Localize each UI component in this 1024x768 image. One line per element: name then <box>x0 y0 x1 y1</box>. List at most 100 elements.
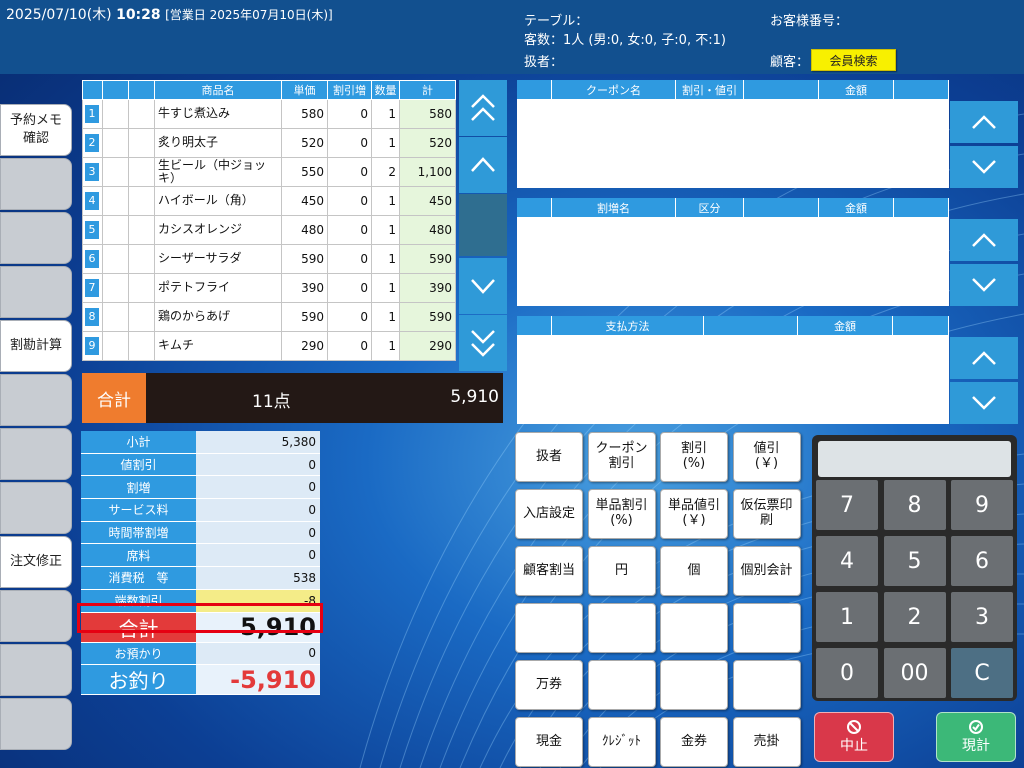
function-key[interactable]: 単品値引 (￥) <box>660 489 728 539</box>
item-discount: 0 <box>327 302 372 332</box>
table-row[interactable]: 5 カシスオレンジ 480 0 1 480 <box>82 215 456 245</box>
item-price: 550 <box>281 157 328 187</box>
function-key[interactable] <box>660 660 728 710</box>
summary-row: 消費税 等 538 <box>81 567 320 590</box>
item-name: 生ビール（中ジョッキ） <box>154 157 282 187</box>
function-key[interactable]: 円 <box>587 546 656 596</box>
coupon-col-amount: 金額 <box>819 80 894 99</box>
keypad-key[interactable]: 00 <box>883 648 946 698</box>
summary-value: 0 <box>196 499 320 521</box>
table-row[interactable]: 1 牛すじ煮込み 580 0 1 580 <box>82 99 456 129</box>
scroll-up-button[interactable] <box>459 137 507 193</box>
keypad-key[interactable]: 0 <box>816 648 878 698</box>
keypad-key[interactable]: 6 <box>951 536 1013 586</box>
side-button-2[interactable] <box>0 158 72 210</box>
table-row[interactable]: 3 生ビール（中ジョッキ） 550 0 2 1,100 <box>82 157 456 187</box>
side-button-8[interactable] <box>0 482 72 534</box>
summary-label: サービス料 <box>81 499 196 521</box>
keypad-key[interactable]: 5 <box>883 536 946 586</box>
row-number: 7 <box>85 279 99 297</box>
table-row[interactable]: 4 ハイボール（角） 450 0 1 450 <box>82 186 456 216</box>
item-discount: 0 <box>327 157 372 187</box>
function-key[interactable]: 仮伝票印 刷 <box>732 489 801 539</box>
summary-row: サービス料 0 <box>81 499 320 522</box>
split-bill-button[interactable]: 割勘計算 <box>0 320 72 372</box>
item-total: 480 <box>399 215 456 245</box>
row-number: 5 <box>85 221 99 239</box>
surcharge-down-button[interactable] <box>950 264 1018 306</box>
function-key[interactable] <box>732 660 801 710</box>
table-row[interactable]: 7 ポテトフライ 390 0 1 390 <box>82 273 456 303</box>
function-key[interactable]: 個別会計 <box>732 546 801 596</box>
function-key[interactable]: 値引 (￥) <box>732 432 801 482</box>
surcharge-col-amount: 金額 <box>819 198 894 217</box>
side-button-3[interactable] <box>0 212 72 264</box>
side-button-4[interactable] <box>0 266 72 318</box>
item-name: ポテトフライ <box>154 273 282 303</box>
keypad-key[interactable]: 8 <box>883 480 946 530</box>
function-key[interactable] <box>587 603 656 653</box>
chevron-down-icon <box>972 278 996 292</box>
table-row[interactable]: 6 シーザーサラダ 590 0 1 590 <box>82 244 456 274</box>
item-price: 590 <box>281 302 328 332</box>
item-qty: 1 <box>371 99 400 129</box>
function-key[interactable] <box>515 603 583 653</box>
function-key[interactable]: クーポン 割引 <box>587 432 656 482</box>
item-price: 520 <box>281 128 328 158</box>
payment-up-button[interactable] <box>950 337 1018 379</box>
summary-row: 席料 0 <box>81 544 320 568</box>
reservation-memo-button[interactable]: 予約メモ 確認 <box>0 104 72 156</box>
member-search-button[interactable]: 会員検索 <box>811 49 896 71</box>
customer-label: 顧客： <box>770 55 810 70</box>
scroll-down-button[interactable] <box>459 258 507 314</box>
item-price: 450 <box>281 186 328 216</box>
side-button-11[interactable] <box>0 644 72 696</box>
function-key[interactable]: 売掛 <box>732 717 801 767</box>
table-row[interactable]: 2 炙り明太子 520 0 1 520 <box>82 128 456 158</box>
function-key[interactable] <box>587 660 656 710</box>
scroll-bottom-button[interactable] <box>459 315 507 371</box>
keypad-key[interactable]: 2 <box>883 592 946 642</box>
function-key[interactable] <box>732 603 801 653</box>
item-name: シーザーサラダ <box>154 244 282 274</box>
keypad-key[interactable]: C <box>951 648 1013 698</box>
item-discount: 0 <box>327 186 372 216</box>
chevron-down-icon <box>471 279 495 294</box>
double-chevron-down-icon <box>471 330 495 357</box>
coupon-up-button[interactable] <box>950 101 1018 143</box>
function-key[interactable]: 個 <box>660 546 728 596</box>
keypad-key[interactable]: 4 <box>816 536 878 586</box>
payment-down-button[interactable] <box>950 382 1018 424</box>
col-header <box>128 80 155 100</box>
order-edit-button[interactable]: 注文修正 <box>0 536 72 588</box>
function-key[interactable] <box>660 603 728 653</box>
function-key[interactable]: 扱者 <box>515 432 583 482</box>
function-key[interactable]: 入店設定 <box>515 489 583 539</box>
table-row[interactable]: 9 キムチ 290 0 1 290 <box>82 331 456 361</box>
side-button-12[interactable] <box>0 698 72 750</box>
checkout-button[interactable]: 現計 <box>936 712 1016 762</box>
keypad-key[interactable]: 3 <box>951 592 1013 642</box>
side-button-7[interactable] <box>0 428 72 480</box>
coupon-down-button[interactable] <box>950 146 1018 188</box>
function-key[interactable]: 顧客割当 <box>515 546 583 596</box>
scroll-top-button[interactable] <box>459 80 507 136</box>
function-key[interactable]: 割引 (%) <box>660 432 728 482</box>
function-key[interactable]: ｸﾚｼﾞｯﾄ <box>587 717 656 767</box>
function-key[interactable]: 単品割引 (%) <box>587 489 656 539</box>
function-key[interactable]: 金券 <box>660 717 728 767</box>
side-button-10[interactable] <box>0 590 72 642</box>
item-qty: 2 <box>371 157 400 187</box>
function-key[interactable]: 現金 <box>515 717 583 767</box>
keypad-key[interactable]: 7 <box>816 480 878 530</box>
item-discount: 0 <box>327 99 372 129</box>
cancel-button[interactable]: 中止 <box>814 712 894 762</box>
surcharge-up-button[interactable] <box>950 219 1018 261</box>
keypad-key[interactable]: 1 <box>816 592 878 642</box>
side-button-6[interactable] <box>0 374 72 426</box>
function-key[interactable]: 万券 <box>515 660 583 710</box>
item-total: 520 <box>399 128 456 158</box>
scroll-track[interactable] <box>459 194 507 256</box>
keypad-key[interactable]: 9 <box>951 480 1013 530</box>
table-row[interactable]: 8 鶏のからあげ 590 0 1 590 <box>82 302 456 332</box>
